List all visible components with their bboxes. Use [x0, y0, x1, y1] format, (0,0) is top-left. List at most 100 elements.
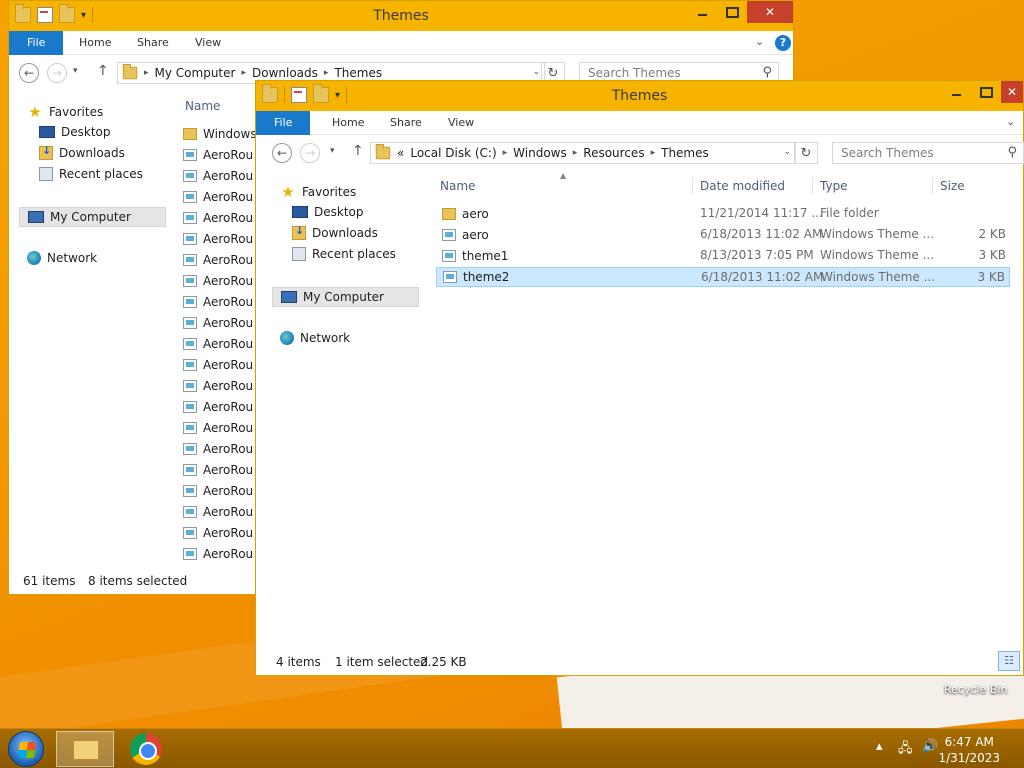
nav-my-computer[interactable]: My Computer: [19, 207, 166, 227]
nav-desktop[interactable]: Desktop: [292, 205, 364, 219]
start-button[interactable]: [8, 731, 44, 767]
list-item[interactable]: AeroRou: [183, 292, 261, 312]
tab-home[interactable]: Home: [79, 31, 111, 55]
list-item[interactable]: AeroRou: [183, 313, 261, 333]
nav-downloads[interactable]: Downloads: [39, 144, 125, 160]
file-list: ▲ Name Date modified Type Size aero 11/21…: [434, 169, 1012, 369]
list-item[interactable]: AeroRou: [183, 145, 261, 165]
recycle-bin-label[interactable]: Recycle Bin: [944, 683, 1007, 696]
breadcrumb-item[interactable]: Themes: [334, 66, 382, 80]
search-input[interactable]: Search Themes ⚲: [832, 142, 1024, 164]
tab-home[interactable]: Home: [332, 111, 364, 135]
theme-file-icon: [183, 317, 197, 329]
tab-file[interactable]: File: [256, 111, 311, 135]
volume-icon[interactable]: 🔊: [922, 739, 938, 754]
list-item[interactable]: AeroRou: [183, 355, 261, 375]
up-button[interactable]: ↑: [97, 63, 109, 79]
list-item[interactable]: AeroRou: [183, 229, 261, 249]
column-header-date[interactable]: Date modified: [700, 179, 785, 193]
nav-network[interactable]: Network: [27, 251, 97, 265]
clock[interactable]: 6:47 AM 1/31/2023: [938, 734, 1000, 766]
list-item[interactable]: AeroRou: [183, 187, 261, 207]
nav-recent-places[interactable]: Recent places: [292, 247, 396, 261]
breadcrumb-item[interactable]: Local Disk (C:): [410, 146, 496, 160]
title-bar[interactable]: ▾ Themes ✕: [256, 81, 1023, 111]
list-item[interactable]: AeroRou: [183, 166, 261, 186]
maximize-button[interactable]: [717, 1, 747, 23]
list-item[interactable]: AeroRou: [183, 481, 261, 501]
back-button[interactable]: ←: [272, 143, 292, 163]
breadcrumb-item[interactable]: Themes: [661, 146, 709, 160]
tab-share[interactable]: Share: [137, 31, 169, 55]
forward-button[interactable]: →: [47, 63, 67, 83]
nav-recent-places[interactable]: Recent places: [39, 167, 143, 181]
list-item[interactable]: AeroRou: [183, 439, 261, 459]
minimize-button[interactable]: [687, 1, 717, 23]
taskbar-file-explorer[interactable]: [56, 731, 114, 767]
address-dropdown-icon[interactable]: ⌄: [783, 147, 791, 157]
recent-locations-icon[interactable]: ▾: [73, 66, 78, 76]
expand-ribbon-icon[interactable]: ⌄: [755, 35, 764, 48]
up-button[interactable]: ↑: [352, 143, 364, 159]
forward-button[interactable]: →: [300, 143, 320, 163]
breadcrumb-item[interactable]: My Computer: [155, 66, 236, 80]
list-item[interactable]: AeroRou: [183, 502, 261, 522]
nav-my-computer[interactable]: My Computer: [272, 287, 419, 307]
nav-favorites[interactable]: ★ Favorites: [280, 183, 356, 201]
back-button[interactable]: ←: [19, 63, 39, 83]
nav-network[interactable]: Network: [280, 331, 350, 345]
breadcrumb-item[interactable]: Downloads: [252, 66, 318, 80]
breadcrumb-item[interactable]: Windows: [513, 146, 567, 160]
close-button[interactable]: ✕: [747, 1, 793, 23]
file-row[interactable]: theme2 6/18/2013 11:02 AM Windows Theme ..…: [436, 267, 1010, 287]
theme-file-icon: [442, 229, 456, 241]
file-name: AeroRou: [203, 148, 254, 162]
list-item[interactable]: AeroRou: [183, 418, 261, 438]
list-item[interactable]: Windows: [183, 124, 261, 144]
address-bar[interactable]: « Local Disk (C:) ▸ Windows ▸ Resources …: [370, 142, 796, 164]
list-item[interactable]: AeroRou: [183, 397, 261, 417]
network-icon: [280, 331, 294, 345]
title-bar[interactable]: ▾ Themes ✕: [9, 1, 793, 31]
column-header-type[interactable]: Type: [820, 179, 848, 193]
list-item[interactable]: AeroRou: [183, 460, 261, 480]
file-row[interactable]: aero 11/21/2014 11:17 ... File folder: [436, 204, 1010, 224]
minimize-button[interactable]: [941, 81, 971, 103]
taskbar-chrome-icon[interactable]: [130, 733, 162, 765]
list-item[interactable]: AeroRou: [183, 544, 261, 564]
selection-size: 2.25 KB: [420, 655, 467, 669]
details-view-icon[interactable]: ☷: [998, 651, 1020, 671]
list-item[interactable]: AeroRou: [183, 271, 261, 291]
list-item[interactable]: AeroRou: [183, 523, 261, 543]
nav-desktop[interactable]: Desktop: [39, 125, 111, 139]
list-item[interactable]: AeroRou: [183, 376, 261, 396]
tab-view[interactable]: View: [195, 31, 221, 55]
file-row[interactable]: theme1 8/13/2013 7:05 PM Windows Theme ...…: [436, 246, 1010, 266]
address-dropdown-icon[interactable]: ⌄: [532, 67, 540, 77]
recent-locations-icon[interactable]: ▾: [330, 146, 335, 156]
close-button[interactable]: ✕: [1001, 81, 1023, 103]
column-header-name[interactable]: Name: [440, 179, 475, 193]
explorer-window-front[interactable]: ▾ Themes ✕ File Home Share View ⌄ ← → ▾ …: [255, 80, 1024, 676]
network-tray-icon[interactable]: 🖧: [898, 739, 913, 761]
tab-share[interactable]: Share: [390, 111, 422, 135]
nav-favorites[interactable]: ★ Favorites: [27, 103, 103, 121]
list-item[interactable]: AeroRou: [183, 208, 261, 228]
list-item[interactable]: AeroRou: [183, 250, 261, 270]
nav-downloads[interactable]: Downloads: [292, 224, 378, 240]
column-header-name[interactable]: Name: [185, 99, 220, 113]
file-size: 3 KB: [978, 248, 1006, 262]
theme-file-icon: [183, 443, 197, 455]
recent-places-icon: [39, 167, 53, 181]
maximize-button[interactable]: [971, 81, 1001, 103]
list-item[interactable]: AeroRou: [183, 334, 261, 354]
tab-view[interactable]: View: [448, 111, 474, 135]
column-header-size[interactable]: Size: [940, 179, 965, 193]
show-hidden-icons-icon[interactable]: ▴: [876, 739, 883, 754]
tab-file[interactable]: File: [9, 31, 64, 55]
file-row[interactable]: aero 6/18/2013 11:02 AM Windows Theme ... 2…: [436, 225, 1010, 245]
help-icon[interactable]: ?: [775, 35, 791, 51]
expand-ribbon-icon[interactable]: ⌄: [1006, 115, 1015, 128]
breadcrumb-item[interactable]: Resources: [583, 146, 644, 160]
refresh-button[interactable]: ↻: [794, 142, 818, 164]
